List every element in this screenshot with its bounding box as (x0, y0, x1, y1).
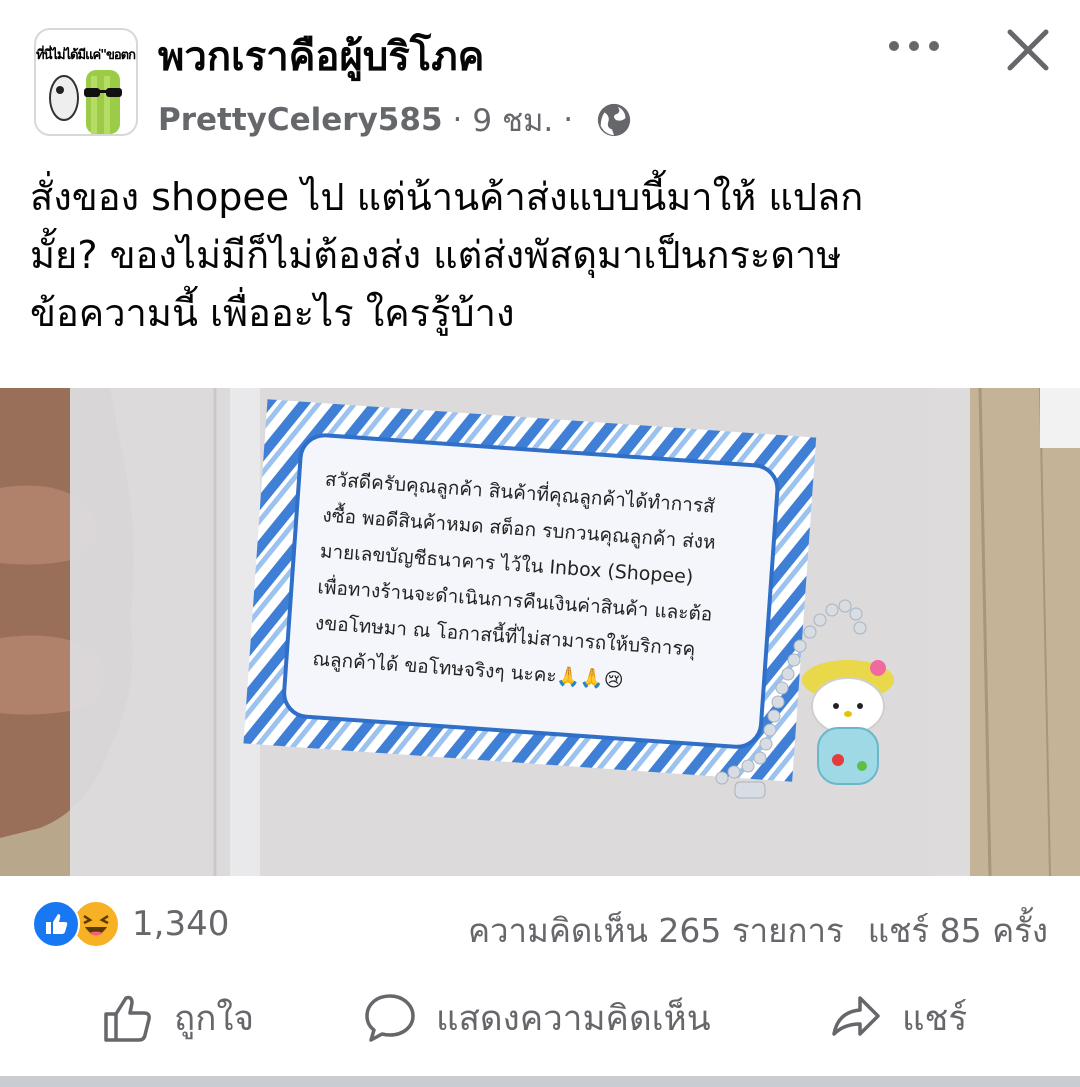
close-icon[interactable] (1000, 22, 1056, 78)
shares-count[interactable]: แชร์ 85 ครั้ง (868, 911, 1048, 950)
group-avatar[interactable]: ที่นี่ไม่ได้มีแค่"ขอตก" (34, 28, 138, 136)
photo-scene: สวัสดีครับคุณลูกค้า สินค้าที่คุณลูกค้าได… (0, 388, 1080, 876)
comment-bubble-icon (365, 994, 415, 1042)
post-photo[interactable]: สวัสดีครับคุณลูกค้า สินค้าที่คุณลูกค้าได… (0, 388, 1080, 876)
message-card: สวัสดีครับคุณลูกค้า สินค้าที่คุณลูกค้าได… (243, 399, 817, 782)
like-label: ถูกใจ (174, 998, 254, 1039)
post-text-line: ข้อความนี้ เพื่ออะไร ใครรู้บ้าง (30, 291, 515, 335)
author-name[interactable]: PrettyCelery585 (158, 102, 443, 138)
meta-separator: · (563, 102, 574, 138)
share-arrow-icon (832, 996, 880, 1036)
comment-label: แสดงความคิดเห็น (436, 998, 711, 1039)
more-horizontal-icon[interactable] (884, 26, 944, 66)
share-button[interactable]: แชร์ (828, 990, 967, 1046)
group-name[interactable]: พวกเราคือผู้บริโภค (158, 24, 484, 88)
post-stats: 1,340 ความคิดเห็น 265 รายการ แชร์ 85 ครั้… (0, 890, 1080, 954)
meta-separator: · (452, 102, 463, 138)
post-header: ที่นี่ไม่ได้มีแค่"ขอตก" พวกเราคือผู้บริโ… (0, 0, 1080, 150)
globe-icon (597, 103, 631, 137)
like-reaction-icon (32, 900, 80, 948)
comments-shares: ความคิดเห็น 265 รายการ แชร์ 85 ครั้ง (468, 904, 1048, 957)
share-label: แชร์ (902, 998, 968, 1039)
comments-count[interactable]: ความคิดเห็น 265 รายการ (468, 911, 844, 950)
section-divider (0, 1076, 1080, 1087)
comment-button[interactable]: แสดงความคิดเห็น (362, 990, 711, 1046)
post-text-line: มั้ย? ของไม่มีก็ไม่ต้องส่ง แต่ส่งพัสดุมา… (30, 233, 842, 277)
action-bar: ถูกใจ แสดงความคิดเห็น แชร์ (0, 980, 1080, 1070)
like-thumb-icon (104, 995, 151, 1042)
reaction-count: 1,340 (132, 904, 230, 944)
like-button[interactable]: ถูกใจ (100, 990, 254, 1046)
reactions-summary[interactable]: 1,340 (32, 900, 229, 948)
post-body: สั่งของ shopee ไป แต่น้านค้าส่งแบบนี้มาใ… (30, 168, 1060, 342)
post-meta: PrettyCelery585 · 9 ชม. · (158, 98, 633, 142)
post-time[interactable]: 9 ชม. (472, 95, 553, 145)
post-text-line: สั่งของ shopee ไป แต่น้านค้าส่งแบบนี้มาใ… (30, 175, 864, 219)
avatar-caption: ที่นี่ไม่ได้มีแค่"ขอตก" (36, 48, 138, 63)
